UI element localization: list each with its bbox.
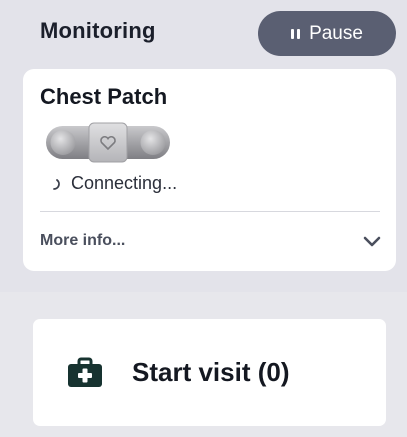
start-visit-button[interactable]: Start visit (0) bbox=[33, 319, 386, 426]
device-name: Chest Patch bbox=[40, 84, 168, 109]
start-visit-label: Start visit (0) bbox=[132, 357, 290, 387]
pause-button-label: Pause bbox=[309, 22, 363, 44]
more-info-label: More info... bbox=[40, 232, 126, 249]
chevron-down-icon bbox=[363, 236, 381, 247]
monitoring-panel: Monitoring Pause Chest Patch Connecting.… bbox=[0, 0, 407, 292]
chest-patch-device-icon bbox=[46, 122, 170, 163]
device-card: Chest Patch Connecting... More info... bbox=[23, 69, 396, 271]
first-aid-kit-icon bbox=[68, 357, 102, 387]
connection-status: Connecting... bbox=[51, 173, 177, 194]
pause-icon bbox=[291, 28, 301, 39]
page-title: Monitoring bbox=[40, 18, 156, 43]
more-info-toggle[interactable]: More info... bbox=[40, 219, 382, 263]
divider bbox=[40, 211, 380, 212]
status-text: Connecting... bbox=[71, 173, 178, 193]
spinner-icon bbox=[53, 178, 60, 190]
pause-button[interactable]: Pause bbox=[258, 11, 396, 56]
